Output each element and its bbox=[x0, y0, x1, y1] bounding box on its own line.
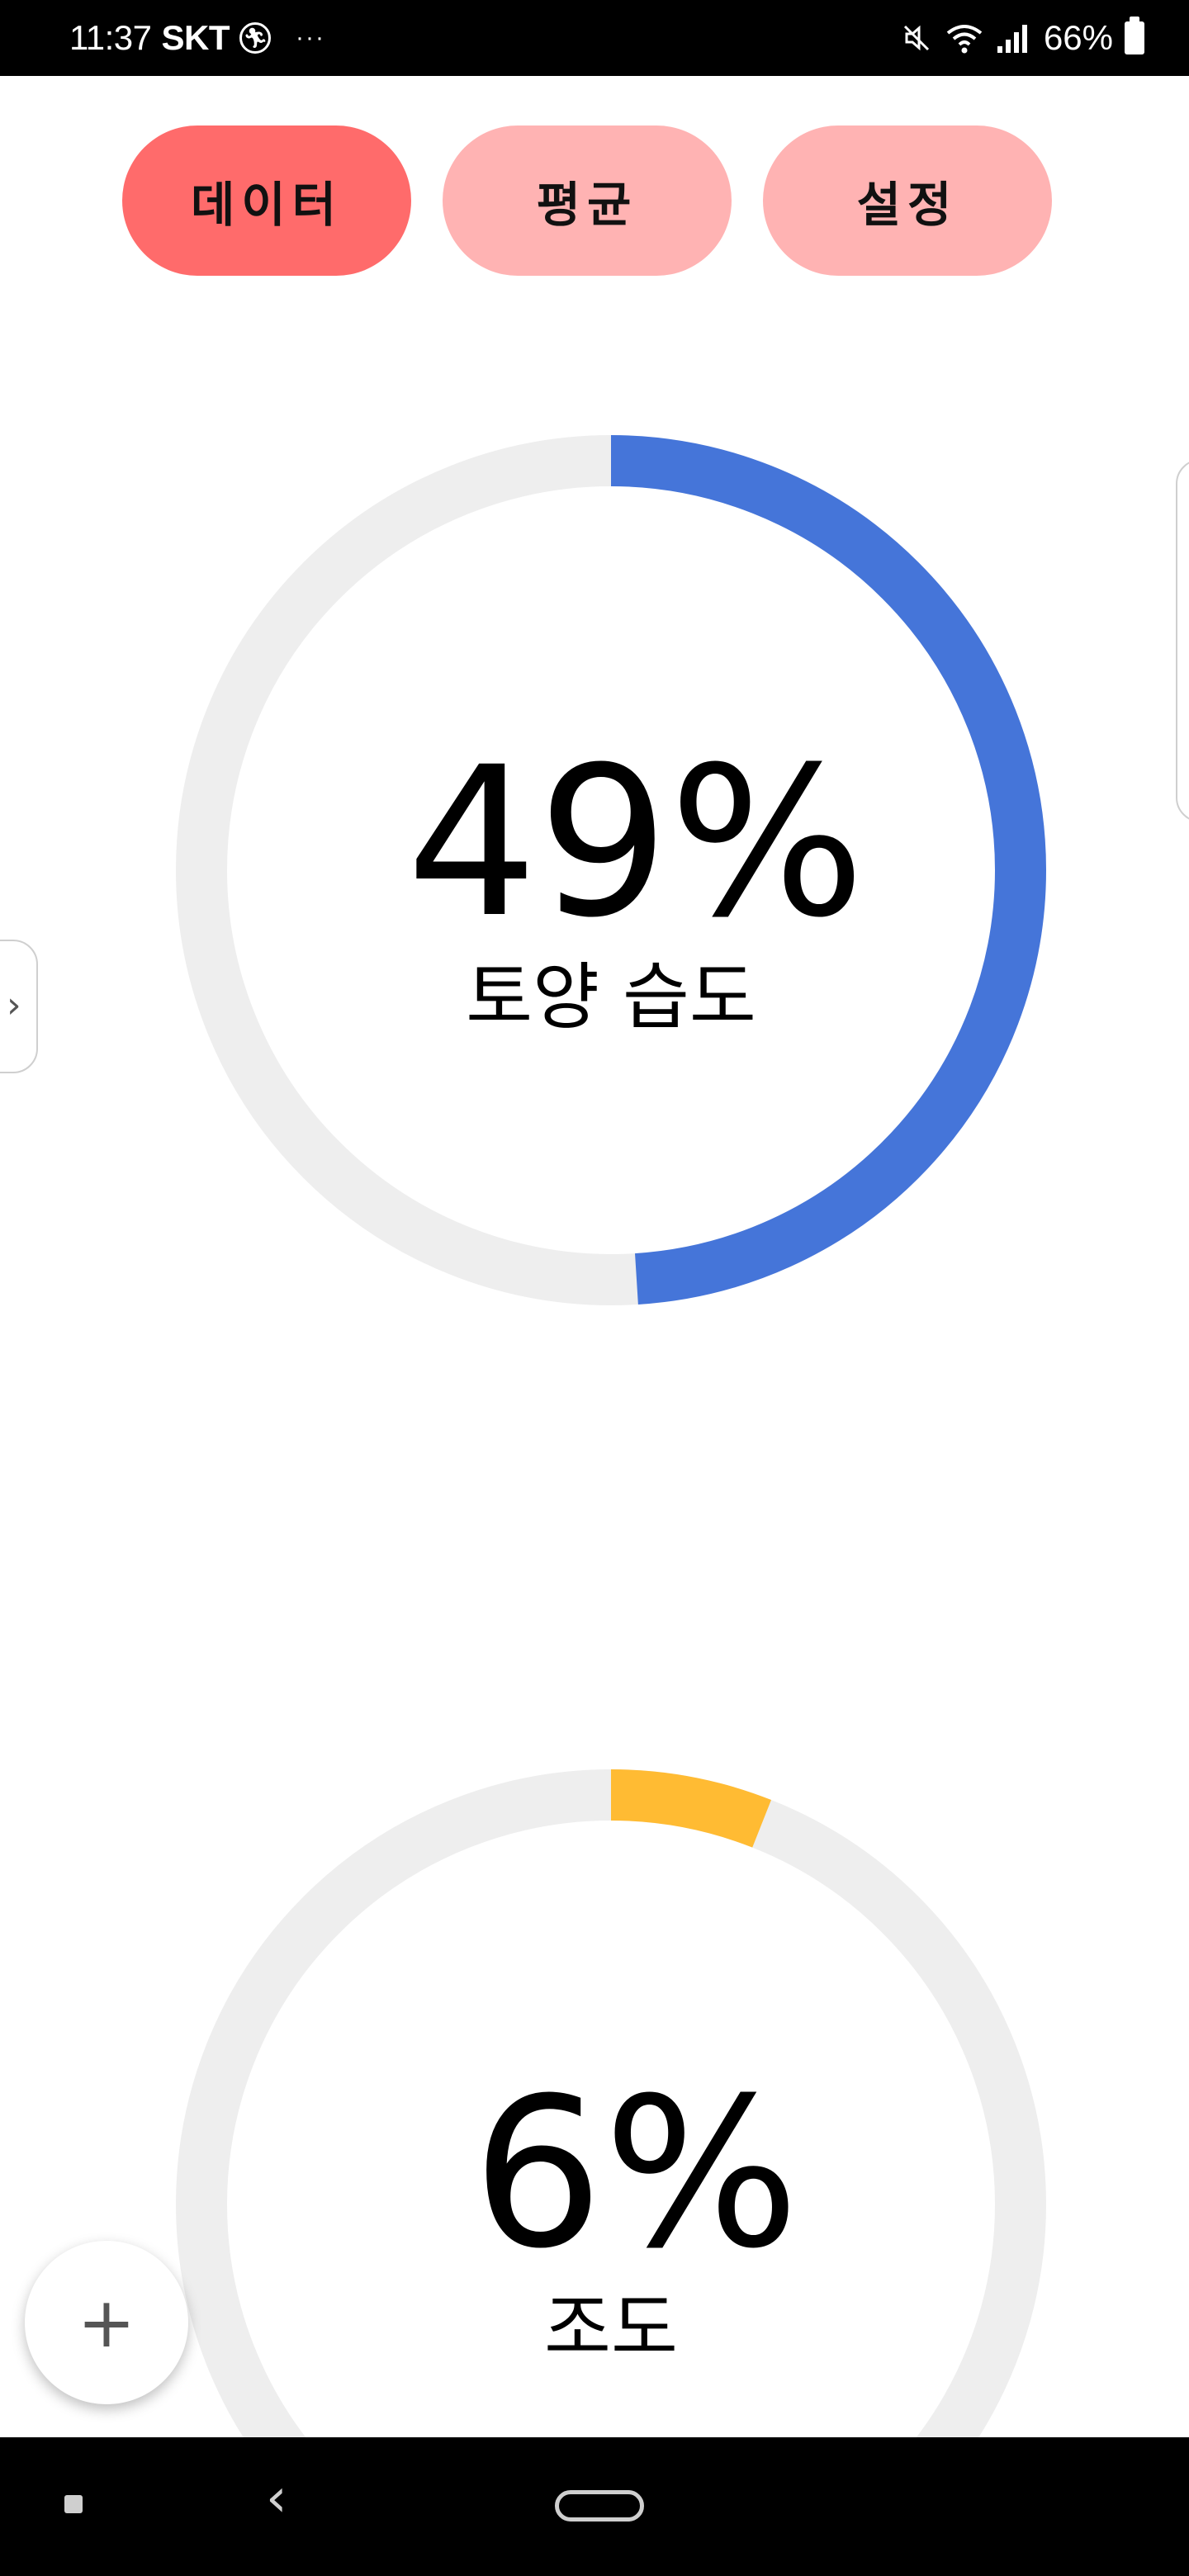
soil-humidity-label: 토양 습도 bbox=[466, 954, 756, 1039]
battery-icon bbox=[1125, 17, 1144, 54]
status-carrier: SKT bbox=[161, 18, 230, 57]
drawer-handle[interactable]: › bbox=[0, 940, 38, 1073]
status-bar: 11:37 SKT 🏃︎ ··· 66% bbox=[0, 0, 1189, 76]
soil-humidity-value: 49% bbox=[406, 722, 865, 963]
wifi-icon bbox=[946, 25, 983, 54]
illuminance-value: 6% bbox=[471, 2053, 800, 2294]
chevron-right-icon: › bbox=[7, 984, 21, 1026]
status-left: 11:37 SKT 🏃︎ ··· bbox=[69, 0, 325, 76]
app-screen: 11:37 SKT 🏃︎ ··· 66% 데이터 평균 설정 › 49% 토양 … bbox=[0, 0, 1189, 2576]
edge-panel-handle[interactable] bbox=[1176, 459, 1189, 822]
status-right: 66% bbox=[900, 0, 1144, 76]
soil-humidity-gauge: 49% 토양 습도 bbox=[173, 433, 1049, 1308]
add-button[interactable]: + bbox=[25, 2241, 188, 2404]
tab-settings[interactable]: 설정 bbox=[763, 125, 1052, 276]
status-time: 11:37 bbox=[69, 18, 152, 57]
illuminance-label: 조도 bbox=[544, 2285, 678, 2370]
back-button[interactable]: ‹ bbox=[266, 2472, 287, 2525]
recent-apps-button[interactable] bbox=[64, 2495, 83, 2513]
tab-average[interactable]: 평균 bbox=[443, 125, 732, 276]
navigation-bar: ‹ bbox=[0, 2437, 1189, 2576]
battery-percent: 66% bbox=[1043, 18, 1113, 57]
runner-icon: 🏃︎ bbox=[239, 22, 271, 54]
overflow-dots: ··· bbox=[296, 24, 325, 51]
plus-icon: + bbox=[77, 2282, 136, 2363]
mute-icon bbox=[903, 25, 929, 51]
tab-data[interactable]: 데이터 bbox=[122, 125, 411, 276]
home-button[interactable] bbox=[555, 2490, 644, 2522]
signal-icon bbox=[997, 25, 1027, 53]
